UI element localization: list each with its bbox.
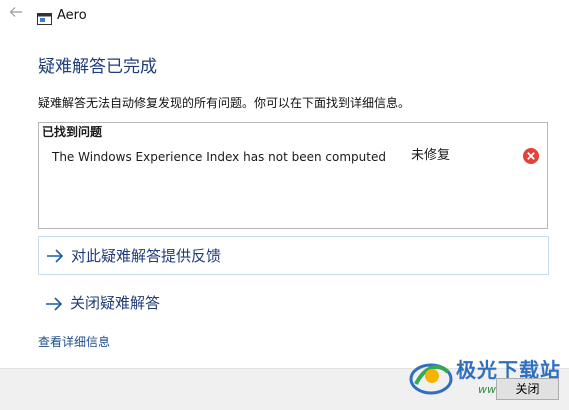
- title-bar: Aero: [0, 0, 569, 32]
- arrow-right-icon: [45, 247, 65, 265]
- result-description: 疑难解答无法自动修复发现的所有问题。你可以在下面找到详细信息。: [38, 96, 411, 110]
- problem-name: The Windows Experience Index has not bee…: [52, 150, 386, 164]
- close-button[interactable]: 关闭: [496, 378, 559, 400]
- close-troubleshooter-label: 关闭疑难解答: [70, 294, 161, 312]
- window-title: Aero: [57, 8, 87, 23]
- error-x-icon: [522, 147, 540, 165]
- back-arrow-icon[interactable]: [7, 5, 25, 25]
- view-details-link[interactable]: 查看详细信息: [38, 334, 110, 350]
- close-troubleshooter-link[interactable]: 关闭疑难解答: [38, 290, 258, 318]
- page-title: 疑难解答已完成: [38, 57, 157, 77]
- problems-found-panel: 已找到问题 The Windows Experience Index has n…: [38, 122, 548, 229]
- watermark-logo-icon: [408, 354, 454, 400]
- troubleshooter-window-icon: [37, 10, 52, 25]
- feedback-link-label: 对此疑难解答提供反馈: [71, 247, 222, 265]
- problems-found-title: 已找到问题: [42, 125, 103, 139]
- feedback-link[interactable]: 对此疑难解答提供反馈: [38, 236, 549, 275]
- arrow-right-icon: [44, 295, 64, 313]
- problem-status: 未修复: [411, 148, 451, 163]
